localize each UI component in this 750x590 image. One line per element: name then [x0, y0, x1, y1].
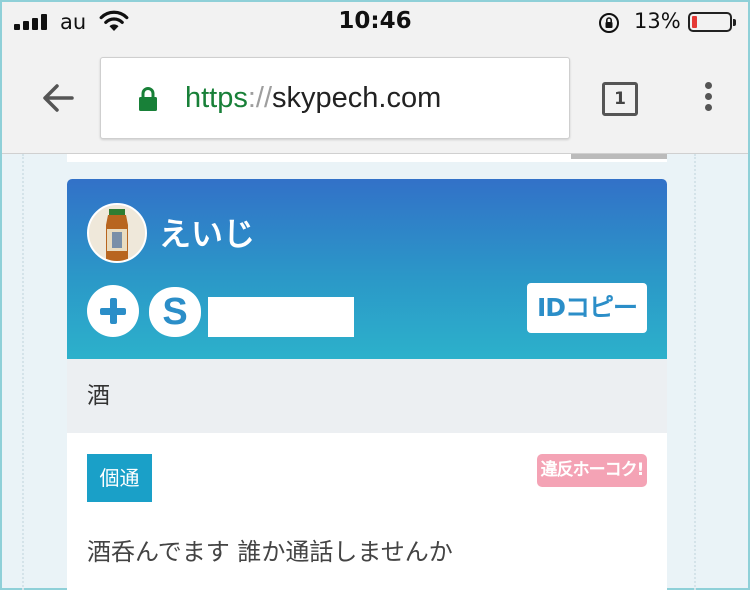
category-label: 酒	[67, 359, 667, 433]
add-contact-button[interactable]	[87, 285, 139, 337]
battery-percentage: 13%	[634, 9, 681, 33]
page-content: えいじ S IDコピー 酒 個通 違反ホーコク! 酒呑んでます 誰か通話しません…	[2, 154, 748, 590]
url-separator: ://	[247, 82, 273, 114]
username: えいじ	[159, 215, 256, 253]
url-scheme: https	[185, 82, 248, 114]
tab-switcher-button[interactable]: 1	[602, 82, 638, 116]
url-host: skypech.com	[272, 82, 442, 114]
skype-id-field	[208, 297, 354, 337]
tea-bottle-image	[89, 205, 145, 261]
post-header: えいじ S IDコピー	[67, 179, 667, 359]
previous-post-card	[67, 154, 667, 162]
copy-id-button[interactable]: IDコピー	[527, 283, 647, 333]
tag-badge[interactable]: 個通	[87, 454, 152, 502]
post-card: えいじ S IDコピー 酒 個通 違反ホーコク! 酒呑んでます 誰か通話しません…	[67, 179, 667, 590]
skype-icon: S	[149, 287, 201, 337]
post-message: 酒呑んでます 誰か通話しませんか	[87, 538, 453, 566]
battery-level	[692, 16, 697, 28]
battery-icon	[688, 12, 736, 32]
secure-lock-icon	[139, 87, 157, 111]
back-arrow-icon[interactable]	[38, 80, 78, 116]
status-bar: au 10:46 13%	[2, 2, 748, 42]
rotation-lock-icon	[599, 13, 619, 33]
report-button[interactable]: 違反ホーコク!	[537, 454, 647, 487]
address-bar[interactable]: https://skypech.com	[100, 57, 570, 139]
url-text: https://skypech.com	[185, 82, 441, 115]
browser-toolbar: https://skypech.com 1	[2, 42, 748, 154]
avatar[interactable]	[87, 203, 147, 263]
overflow-menu-icon[interactable]	[700, 80, 716, 116]
